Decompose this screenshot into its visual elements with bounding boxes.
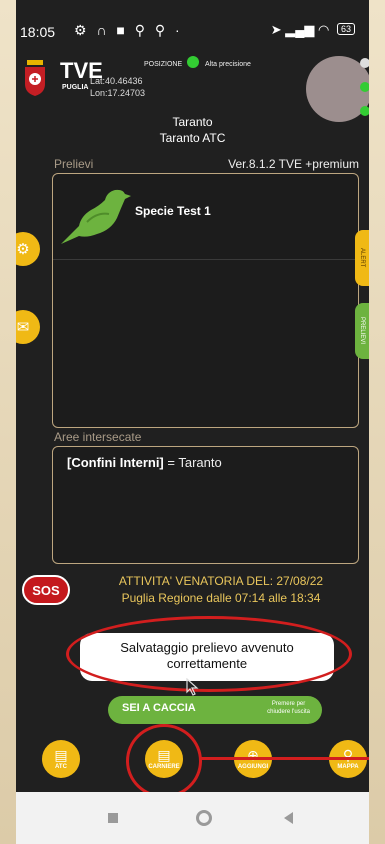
puglia-shield-logo (25, 60, 45, 96)
prelievi-panel: Specie Test 1 (52, 173, 359, 428)
aree-label: Aree intersecate (54, 430, 142, 444)
prelievi-label: Prelievi (54, 157, 94, 171)
sos-button[interactable]: SOS (22, 575, 70, 605)
background-left (0, 0, 16, 844)
recents-icon[interactable] (108, 813, 118, 823)
aree-panel: [Confini Interni] = Taranto (52, 446, 359, 564)
species-name: Specie Test 1 (135, 204, 211, 218)
status-time: 18:05 (20, 24, 56, 40)
notification-icons: ⚙ ∩ ■ ⚲ ⚲ · (74, 22, 183, 38)
indicator-dot-green-icon (360, 82, 369, 92)
latitude: Lat:40.46436 (90, 76, 143, 86)
nav-aggiungi-label: AGGIUNGI (237, 764, 269, 770)
annotation-circle-carniere (126, 724, 202, 798)
gps-status-icon (187, 56, 199, 68)
hunt-hint-line1: Premere per (271, 701, 306, 707)
battery-icon: 63 (336, 23, 355, 35)
messages-button[interactable]: ✉ (16, 310, 40, 344)
activity-date: ATTIVITA' VENATORIA DEL: 27/08/22 (118, 574, 324, 588)
prelievi-tab[interactable]: PRELIEVI (355, 303, 369, 359)
nav-mappa-label: MAPPA (337, 764, 359, 770)
status-bar: 18:05 ⚙ ∩ ■ ⚲ ⚲ · ➤ ▂▄▆ ◠ 63 (16, 0, 369, 50)
area-value: = Taranto (167, 455, 222, 470)
city-name: Taranto (172, 115, 213, 129)
pointer-cursor-icon (186, 678, 199, 696)
activity-hours: Puglia Regione dalle 07:14 alle 18:34 (121, 591, 321, 605)
gear-icon: ⚙ (16, 241, 30, 258)
pigeon-icon (61, 189, 131, 244)
hunt-hint: Premere per chiudere l'uscita (267, 700, 310, 716)
version-label: Ver.8.1.2 TVE +premium (228, 157, 359, 171)
envelope-icon: ✉ (16, 319, 30, 336)
hunt-status-label: SEI A CACCIA (122, 702, 196, 714)
annotation-line (201, 757, 369, 760)
back-icon[interactable] (284, 812, 293, 824)
settings-button[interactable]: ⚙ (16, 232, 40, 266)
area-entry: [Confini Interni] = Taranto (67, 455, 222, 470)
phone-screen: 18:05 ⚙ ∩ ■ ⚲ ⚲ · ➤ ▂▄▆ ◠ 63 TVE PUGLIA … (16, 0, 369, 844)
atc-icon: ▤ (54, 747, 68, 763)
alert-tab[interactable]: ALERT (355, 230, 369, 286)
indicator-dot-white-icon (360, 58, 369, 68)
atc-name: Taranto ATC (159, 131, 226, 145)
position-label: POSIZIONE (144, 61, 183, 68)
background-right (369, 0, 385, 844)
longitude: Lon:17.24703 (90, 88, 146, 98)
annotation-ellipse-toast (66, 616, 352, 692)
divider (53, 259, 358, 260)
region-label: PUGLIA (62, 84, 89, 91)
home-icon[interactable] (196, 810, 212, 826)
android-navigation-bar (16, 792, 369, 844)
area-type: [Confini Interni] (67, 455, 164, 470)
precision-label: Alta precisione (205, 61, 251, 68)
end-hunt-button[interactable]: SEI A CACCIA Premere per chiudere l'usci… (108, 696, 322, 724)
list-item[interactable]: Specie Test 1 (53, 174, 358, 259)
system-icons: ➤ ▂▄▆ ◠ 63 (271, 22, 355, 38)
nav-atc-button[interactable]: ▤ ATC (42, 740, 80, 778)
hunt-hint-line2: chiudere l'uscita (267, 709, 310, 715)
nav-atc-label: ATC (55, 764, 67, 770)
